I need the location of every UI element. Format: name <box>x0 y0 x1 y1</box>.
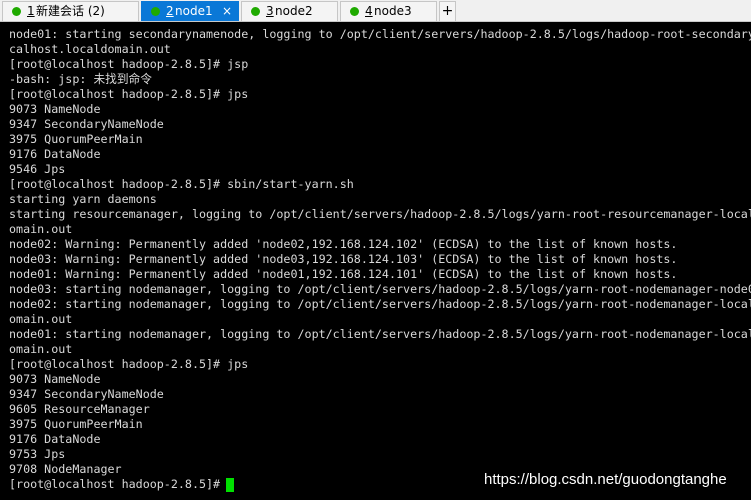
terminal-line: 9176 DataNode <box>9 147 101 161</box>
terminal-line: omain.out <box>9 222 73 236</box>
close-tab-icon[interactable]: × <box>222 2 232 21</box>
terminal-line: -bash: jsp: 未找到命令 <box>9 72 152 86</box>
terminal-line: node01: starting secondarynamenode, logg… <box>9 27 751 41</box>
tab-number: 2 <box>166 4 174 18</box>
session-status-icon <box>350 7 359 16</box>
session-status-icon <box>151 7 160 16</box>
terminal-line: [root@localhost hadoop-2.8.5]# sbin/star… <box>9 177 354 191</box>
terminal-line: 9176 DataNode <box>9 432 101 446</box>
terminal-line: 9347 SecondaryNameNode <box>9 117 164 131</box>
tab-number: 4 <box>365 4 373 18</box>
terminal-line: node02: Warning: Permanently added 'node… <box>9 237 678 251</box>
tab-label: node2 <box>275 4 313 18</box>
terminal-line: 3975 QuorumPeerMain <box>9 417 143 431</box>
tab-number: 1 <box>27 4 35 18</box>
terminal-cursor <box>226 478 234 492</box>
tab-label: 新建会话 (2) <box>36 4 105 18</box>
terminal-line: node01: starting nodemanager, logging to… <box>9 327 751 341</box>
terminal-line: node02: starting nodemanager, logging to… <box>9 297 751 311</box>
session-status-icon <box>12 7 21 16</box>
tab-session-3[interactable]: 3 node2 <box>241 1 338 21</box>
terminal-line: starting resourcemanager, logging to /op… <box>9 207 751 221</box>
tab-label: node3 <box>374 4 412 18</box>
terminal-line: 9605 ResourceManager <box>9 402 150 416</box>
terminal-output[interactable]: node01: starting secondarynamenode, logg… <box>0 22 751 500</box>
tab-session-2[interactable]: 2 node1 × <box>141 1 239 21</box>
terminal-line: 9073 NameNode <box>9 372 101 386</box>
tab-label: node1 <box>175 4 213 18</box>
add-tab-button[interactable]: + <box>439 1 456 21</box>
terminal-line: 9546 Jps <box>9 162 66 176</box>
terminal-line: 9073 NameNode <box>9 102 101 116</box>
terminal-line: omain.out <box>9 312 73 326</box>
terminal-prompt: [root@localhost hadoop-2.8.5]# <box>9 477 228 491</box>
terminal-line: starting yarn daemons <box>9 192 157 206</box>
terminal-line: node03: Warning: Permanently added 'node… <box>9 252 678 266</box>
terminal-line: omain.out <box>9 342 73 356</box>
tab-session-4[interactable]: 4 node3 <box>340 1 437 21</box>
tab-session-1[interactable]: 1 新建会话 (2) <box>2 1 139 21</box>
terminal-line: [root@localhost hadoop-2.8.5]# jsp <box>9 57 249 71</box>
terminal-line: 9347 SecondaryNameNode <box>9 387 164 401</box>
terminal-line: [root@localhost hadoop-2.8.5]# jps <box>9 357 249 371</box>
terminal-line: 9708 NodeManager <box>9 462 122 476</box>
terminal-line: 3975 QuorumPeerMain <box>9 132 143 146</box>
session-status-icon <box>251 7 260 16</box>
terminal-line: 9753 Jps <box>9 447 66 461</box>
terminal-line: node01: Warning: Permanently added 'node… <box>9 267 678 281</box>
session-tab-bar: 1 新建会话 (2) 2 node1 × 3 node2 4 node3 + <box>0 0 751 22</box>
terminal-line: [root@localhost hadoop-2.8.5]# jps <box>9 87 249 101</box>
watermark-url: https://blog.csdn.net/guodongtanghe <box>484 471 727 488</box>
terminal-line: calhost.localdomain.out <box>9 42 171 56</box>
terminal-line: node03: starting nodemanager, logging to… <box>9 282 751 296</box>
tab-number: 3 <box>266 4 274 18</box>
